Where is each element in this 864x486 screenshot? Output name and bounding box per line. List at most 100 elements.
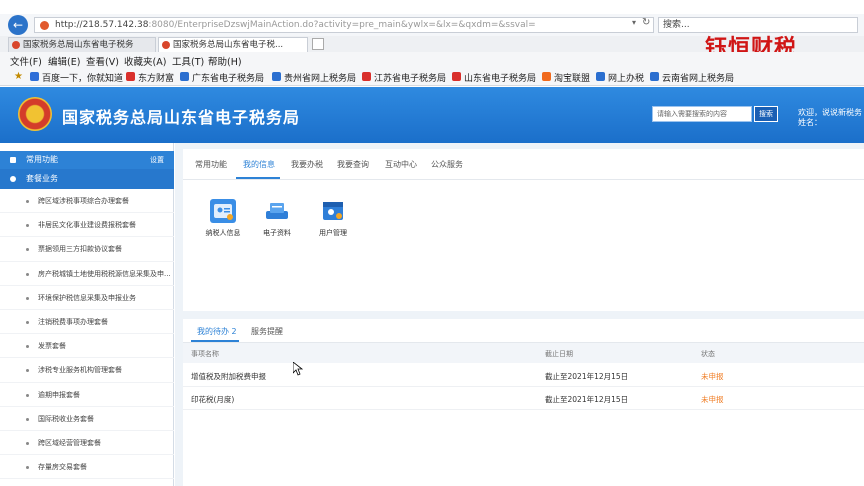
table-row[interactable]: 印花税(月度) 截止至2021年12月15日 未申报 [183, 388, 864, 410]
site-search-input[interactable]: 请输入需要搜索的内容 [652, 106, 752, 122]
sidebar-item[interactable]: 注销税费事项办理套餐 [0, 310, 174, 335]
url-path: :8080/EnterpriseDzswjMainAction.do?activ… [148, 20, 536, 30]
sidebar: 常用功能 设置 套餐业务 跨区域涉税事项综合办理套餐 非居民文化事业建设费报税套… [0, 143, 174, 486]
tab-public-services[interactable]: 公众服务 [431, 159, 463, 170]
bullet-icon [26, 345, 29, 349]
tab-my-info[interactable]: 我的信息 [243, 159, 275, 170]
todo-item-name[interactable]: 印花税(月度) [191, 394, 234, 405]
sidebar-business-label: 套餐业务 [26, 174, 58, 183]
tab-tax-filing[interactable]: 我要办税 [291, 159, 323, 170]
site-title: 国家税务总局山东省电子税务局 [62, 108, 301, 127]
menu-view[interactable]: 查看(V) [86, 54, 119, 68]
welcome-name-line: 姓名： [798, 118, 822, 127]
sidebar-settings-link[interactable]: 设置 [150, 151, 164, 169]
bookmark-item[interactable]: 广东省电子税务局 [180, 71, 264, 84]
sidebar-item[interactable]: 非居民文化事业建设费报税套餐 [0, 213, 174, 238]
sidebar-package-business[interactable]: 套餐业务 [0, 169, 174, 189]
browser-tab-2[interactable]: 国家税务总局山东省电子税... [158, 37, 308, 52]
sidebar-item[interactable]: 环境保护税信息采集及申报业务 [0, 286, 174, 310]
new-tab-icon[interactable] [312, 38, 324, 50]
bookmark-icon [30, 72, 39, 81]
todo-deadline: 截止至2021年12月15日 [545, 395, 629, 404]
sidebar-item[interactable]: 房产税城镇土地使用税税源信息采集及申... [0, 262, 174, 286]
url-input[interactable]: http://218.57.142.38:8080/EnterpriseDzsw… [34, 17, 654, 33]
active-tab-indicator [236, 177, 280, 179]
main-content: 常用功能 我的信息 我要办税 我要查询 互动中心 公众服务 纳税人信息 电子资料 [175, 143, 864, 486]
service-panel: 常用功能 我的信息 我要办税 我要查询 互动中心 公众服务 纳税人信息 电子资料 [183, 149, 864, 311]
bookmark-item[interactable]: 江苏省电子税务局 [362, 71, 446, 84]
bookmark-icon [452, 72, 461, 81]
column-header-deadline: 截止日期 [545, 350, 573, 358]
sidebar-item[interactable]: 国际税收业务套餐 [0, 407, 174, 431]
electronic-docs-tile[interactable]: 电子资料 [247, 199, 307, 238]
site-favicon-icon [40, 21, 49, 30]
sidebar-item[interactable]: 涉税专业服务机构管理套餐 [0, 358, 174, 383]
bookmark-item[interactable]: 贵州省网上税务局 [272, 71, 356, 84]
bookmark-item[interactable]: 百度一下，你就知道 [30, 71, 123, 84]
table-row[interactable]: 增值税及附加税费申报 截止至2021年12月15日 未申报 [183, 365, 864, 387]
site-header: 国家税务总局山东省电子税务局 请输入需要搜索的内容 搜索 欢迎，说说新税务 姓名… [0, 87, 864, 143]
sidebar-item[interactable]: 跨区域涉税事项综合办理套餐 [0, 189, 174, 214]
bookmark-item[interactable]: 网上办税 [596, 71, 644, 84]
todo-panel: 我的待办 2 服务提醒 事项名称 截止日期 状态 增值税及附加税费申报 截止至2… [183, 319, 864, 486]
package-icon [10, 176, 16, 182]
favorites-star-icon[interactable]: ★ [14, 71, 23, 82]
bookmark-icon [180, 72, 189, 81]
sidebar-common-functions[interactable]: 常用功能 设置 [0, 151, 174, 169]
mouse-cursor-icon [293, 362, 303, 376]
tab-service-reminders[interactable]: 服务提醒 [251, 326, 283, 337]
column-header-item: 事项名称 [191, 350, 219, 358]
bullet-icon [26, 248, 29, 252]
menu-favorites[interactable]: 收藏夹(A) [124, 54, 166, 68]
tile-label: 用户管理 [319, 229, 347, 237]
todo-table-header: 事项名称 截止日期 状态 [183, 343, 864, 363]
tab-my-todos[interactable]: 我的待办 2 [197, 326, 237, 337]
sidebar-item[interactable]: 逾期申报套餐 [0, 383, 174, 407]
bullet-icon [26, 466, 29, 470]
site-search-button[interactable]: 搜索 [754, 106, 778, 122]
sidebar-item[interactable]: 存量房交易套餐 [0, 455, 174, 480]
bookmark-icon [596, 72, 605, 81]
user-management-icon [320, 199, 346, 223]
sidebar-item[interactable]: 跨区域经营管理套餐 [0, 431, 174, 456]
tax-emblem-logo [18, 97, 52, 131]
taxpayer-id-card-icon [210, 199, 236, 223]
tab-interaction-center[interactable]: 互动中心 [385, 159, 417, 170]
sidebar-item[interactable]: 票据领用三方扣款协议套餐 [0, 237, 174, 262]
bookmark-item[interactable]: 淘宝联盟 [542, 71, 590, 84]
url-dropdown-icon[interactable]: ▾ [632, 18, 636, 27]
tab-favicon-icon [162, 41, 170, 49]
grid-icon [10, 157, 16, 163]
tile-label: 纳税人信息 [205, 229, 241, 237]
bookmark-item[interactable]: 东方财富 [126, 71, 174, 84]
column-header-status: 状态 [701, 350, 715, 358]
refresh-icon[interactable]: ↻ [642, 17, 650, 28]
menu-tools[interactable]: 工具(T) [172, 54, 204, 68]
bullet-icon [26, 296, 29, 300]
browser-window: ← http://218.57.142.38:8080/EnterpriseDz… [0, 0, 864, 486]
bookmark-item[interactable]: 山东省电子税务局 [452, 71, 536, 84]
browser-tab-1[interactable]: 国家税务总局山东省电子税务 [8, 37, 156, 52]
bookmark-icon [650, 72, 659, 81]
bookmark-icon [272, 72, 281, 81]
tab-query[interactable]: 我要查询 [337, 159, 369, 170]
status-badge[interactable]: 未申报 [701, 371, 724, 382]
todo-item-name[interactable]: 增值税及附加税费申报 [191, 371, 266, 382]
status-badge[interactable]: 未申报 [701, 394, 724, 405]
taxpayer-info-tile[interactable]: 纳税人信息 [193, 199, 253, 238]
menu-edit[interactable]: 编辑(E) [48, 54, 80, 68]
user-management-tile[interactable]: 用户管理 [303, 199, 363, 238]
tile-label: 电子资料 [263, 229, 291, 237]
bullet-icon [26, 417, 29, 421]
bullet-icon [26, 320, 29, 324]
bullet-icon [26, 272, 29, 276]
menu-help[interactable]: 帮助(H) [208, 54, 242, 68]
tab-common-functions[interactable]: 常用功能 [195, 159, 227, 170]
menu-file[interactable]: 文件(F) [10, 54, 42, 68]
sidebar-item[interactable]: 发票套餐 [0, 334, 174, 359]
todo-deadline: 截止至2021年12月15日 [545, 372, 629, 381]
back-arrow-icon[interactable]: ← [8, 15, 28, 35]
url-host: http://218.57.142.38 [55, 20, 149, 30]
bookmark-item[interactable]: 云南省网上税务局 [650, 71, 734, 84]
bullet-icon [26, 393, 29, 397]
